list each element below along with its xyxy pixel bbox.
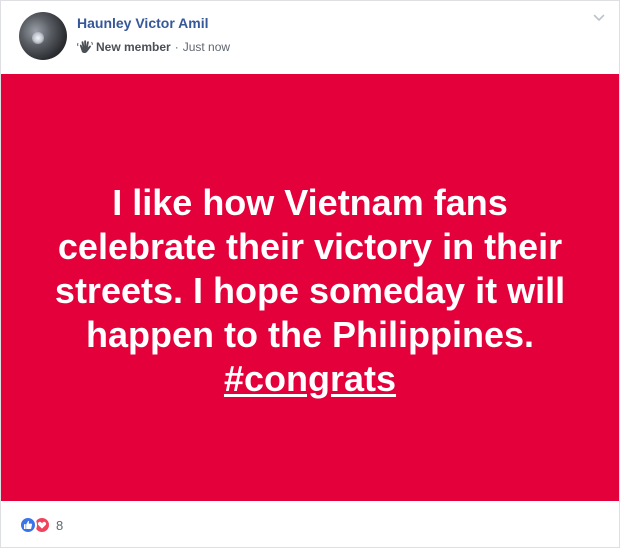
post-meta: New member · Just now [77,40,230,54]
member-badge[interactable]: New member [96,40,171,54]
avatar-highlight [32,32,44,44]
waving-hand-icon [77,40,93,53]
author-name[interactable]: Haunley Victor Amil [77,15,208,31]
meta-separator: · [174,40,179,54]
post-body-line: I like how Vietnam fans [112,181,508,223]
post-timestamp[interactable]: Just now [183,40,230,54]
avatar[interactable] [19,12,67,60]
reaction-summary[interactable]: 8 [19,516,63,534]
post-body-line: streets. I hope someday it will [54,269,566,311]
like-icon [19,516,37,534]
post-body-line: happen to the Philippines. [85,313,534,355]
post-footer: 8 [1,501,619,547]
post-background: I like how Vietnam fans celebrate their … [1,74,619,501]
post-body: I like how Vietnam fans celebrate their … [40,181,580,401]
post-header: Haunley Victor Amil New member · Just no… [1,1,619,74]
post-body-line: celebrate their victory in their [57,225,563,267]
post-card: Haunley Victor Amil New member · Just no… [0,0,620,548]
hashtag-link[interactable]: #congrats [224,358,396,399]
chevron-down-icon[interactable] [593,13,605,23]
reaction-count[interactable]: 8 [56,518,63,533]
